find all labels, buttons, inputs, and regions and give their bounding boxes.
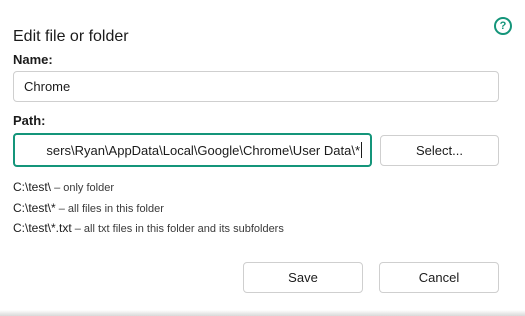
hint-description: – all txt files in this folder and its s… xyxy=(71,223,284,235)
save-button[interactable]: Save xyxy=(243,262,363,293)
hint-pattern: C:\test\ xyxy=(13,180,52,194)
hint-description: – only folder xyxy=(51,182,114,194)
edit-file-dialog: ? Edit file or folder Name: Chrome Path:… xyxy=(0,0,525,316)
path-input-value: sers\Ryan\AppData\Local\Google\Chrome\Us… xyxy=(46,142,360,158)
name-label: Name: xyxy=(13,52,53,67)
text-caret xyxy=(361,142,362,158)
hint-description: – all files in this folder xyxy=(55,203,164,215)
help-icon[interactable]: ? xyxy=(494,17,512,35)
window-bottom-shadow xyxy=(0,310,525,316)
cancel-button[interactable]: Cancel xyxy=(379,262,499,293)
hint-line-3: C:\test\*.txt – all txt files in this fo… xyxy=(13,221,284,235)
hint-pattern: C:\test\*.txt xyxy=(13,221,72,235)
name-input[interactable]: Chrome xyxy=(13,71,499,102)
path-input[interactable]: sers\Ryan\AppData\Local\Google\Chrome\Us… xyxy=(13,133,372,167)
hint-pattern: C:\test\* xyxy=(13,201,56,215)
path-label: Path: xyxy=(13,113,46,128)
hint-line-2: C:\test\* – all files in this folder xyxy=(13,201,164,215)
name-input-value: Chrome xyxy=(24,79,71,94)
hint-line-1: C:\test\ – only folder xyxy=(13,180,114,194)
dialog-title: Edit file or folder xyxy=(13,28,129,45)
select-button[interactable]: Select... xyxy=(380,135,499,166)
